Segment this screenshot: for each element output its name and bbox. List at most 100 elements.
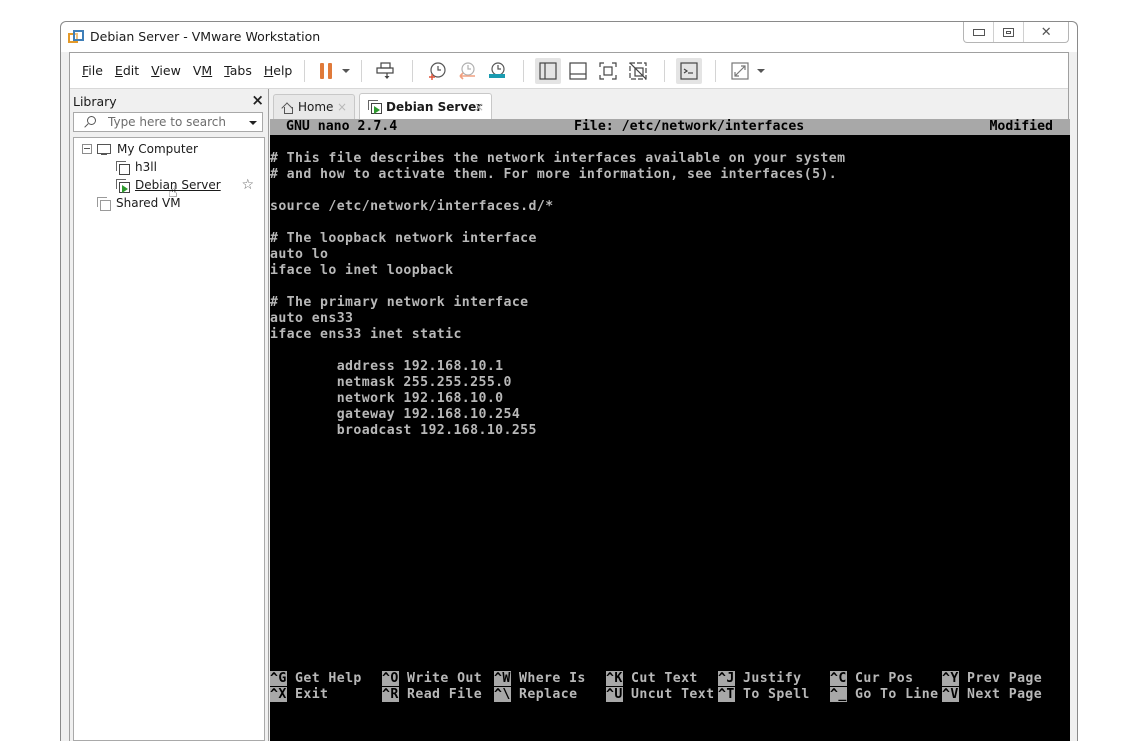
nano-shortcut: ^C Cur Pos bbox=[830, 671, 913, 687]
shortcut-key: ^K bbox=[606, 671, 623, 686]
toolbar-separator bbox=[664, 59, 666, 82]
close-icon: ✕ bbox=[1040, 24, 1052, 40]
tree-item-label: Debian Server bbox=[135, 178, 221, 192]
editor-line: # and how to activate them. For more inf… bbox=[270, 167, 838, 182]
tree-item-h3ll[interactable]: h3ll bbox=[116, 158, 157, 176]
unity-button[interactable] bbox=[625, 58, 651, 84]
menu-vm[interactable]: VM bbox=[192, 63, 213, 78]
minimize-button[interactable] bbox=[964, 22, 993, 42]
menu-edit[interactable]: Edit bbox=[114, 63, 140, 78]
take-snapshot-button[interactable] bbox=[424, 58, 450, 84]
shortcut-label: Write Out bbox=[398, 671, 483, 686]
thumbnail-bar-icon bbox=[569, 61, 587, 80]
collapse-icon[interactable] bbox=[82, 144, 92, 154]
shortcut-label: Uncut Text bbox=[622, 687, 715, 702]
nano-shortcut: ^_ Go To Line bbox=[830, 687, 938, 703]
vmware-window: Debian Server - VMware Workstation ✕ Fil… bbox=[60, 21, 1078, 741]
nano-shortcut: ^X Exit bbox=[270, 687, 328, 703]
menu-edit-mnemonic: E bbox=[114, 63, 123, 78]
nano-shortcut: ^T To Spell bbox=[718, 687, 810, 703]
editor-line: iface ens33 inet static bbox=[270, 327, 462, 342]
full-screen-button[interactable] bbox=[595, 58, 621, 84]
editor-line: iface lo inet loopback bbox=[270, 263, 454, 278]
pause-dropdown-arrow[interactable] bbox=[342, 68, 351, 73]
nano-modified-status: Modified bbox=[989, 119, 1053, 134]
library-search-input[interactable] bbox=[108, 114, 248, 130]
shortcut-label: Replace bbox=[510, 687, 578, 702]
send-ctrl-alt-del-button[interactable] bbox=[373, 58, 399, 84]
editor-line: # This file describes the network interf… bbox=[270, 151, 846, 166]
snapshot-manager-button[interactable] bbox=[484, 58, 510, 84]
minimize-icon bbox=[972, 28, 985, 36]
shortcut-key: ^U bbox=[606, 687, 623, 702]
stretch-guest-button[interactable] bbox=[727, 58, 753, 84]
tab-close-button[interactable]: × bbox=[474, 100, 484, 114]
tree-item-debian-server[interactable]: Debian Server ☆ bbox=[116, 176, 260, 194]
nano-shortcut: ^K Cut Text bbox=[606, 671, 698, 687]
nano-shortcut: ^J Justify bbox=[718, 671, 801, 687]
search-icon bbox=[87, 116, 96, 125]
vm-console[interactable]: GNU nano 2.7.4 File: /etc/network/interf… bbox=[270, 119, 1070, 741]
revert-snapshot-icon bbox=[459, 61, 476, 80]
window-controls: ✕ bbox=[963, 22, 1069, 43]
snapshot-manager-icon bbox=[489, 61, 506, 78]
take-snapshot-icon bbox=[429, 61, 446, 80]
nano-version: GNU nano 2.7.4 bbox=[286, 119, 398, 134]
shortcut-label: Justify bbox=[734, 671, 802, 686]
shortcut-label: To Spell bbox=[734, 687, 810, 702]
restore-button[interactable] bbox=[993, 22, 1023, 42]
revert-snapshot-button[interactable] bbox=[454, 58, 480, 84]
nano-shortcut: ^Y Prev Page bbox=[942, 671, 1042, 687]
shortcut-key: ^T bbox=[718, 687, 735, 702]
console-view-button[interactable] bbox=[676, 57, 703, 84]
tree-item-my-computer[interactable]: My Computer bbox=[82, 140, 198, 158]
favorite-star-icon[interactable]: ☆ bbox=[241, 177, 254, 193]
panel-splitter[interactable] bbox=[268, 89, 269, 741]
library-title: Library bbox=[73, 94, 117, 109]
editor-line: gateway 192.168.10.254 bbox=[270, 407, 521, 422]
pause-button[interactable] bbox=[316, 58, 336, 84]
tree-item-label: My Computer bbox=[117, 142, 198, 156]
menu-help[interactable]: Help bbox=[263, 63, 294, 78]
tab-close-button[interactable]: × bbox=[337, 100, 347, 114]
close-button[interactable]: ✕ bbox=[1023, 22, 1068, 42]
unity-icon bbox=[629, 61, 647, 80]
stretch-dropdown-arrow[interactable] bbox=[757, 68, 766, 73]
hand-cursor-icon: ☝ bbox=[168, 182, 178, 201]
tab-home[interactable]: Home × bbox=[273, 94, 355, 119]
full-screen-icon bbox=[599, 61, 617, 80]
tab-debian-server[interactable]: Debian Server × bbox=[359, 93, 492, 119]
tab-bar: Home × Debian Server × bbox=[270, 90, 1068, 119]
editor-line: # The loopback network interface bbox=[270, 231, 537, 246]
editor-line: netmask 255.255.255.0 bbox=[270, 375, 512, 390]
shortcut-label: Go To Line bbox=[846, 687, 939, 702]
show-library-button[interactable] bbox=[535, 57, 562, 84]
shortcut-label: Next Page bbox=[958, 687, 1043, 702]
menu-tabs-rest: abs bbox=[229, 63, 252, 78]
menu-edit-rest: dit bbox=[122, 63, 140, 78]
thumbnail-bar-button[interactable] bbox=[565, 58, 591, 84]
nano-shortcut: ^U Uncut Text bbox=[606, 687, 714, 703]
shortcut-key: ^O bbox=[382, 671, 399, 686]
nano-shortcut: ^W Where Is bbox=[494, 671, 586, 687]
nano-shortcut: ^V Next Page bbox=[942, 687, 1042, 703]
library-search-box[interactable] bbox=[73, 112, 263, 132]
shortcut-key: ^C bbox=[830, 671, 847, 686]
title-bar[interactable]: Debian Server - VMware Workstation ✕ bbox=[61, 22, 1077, 52]
menu-view[interactable]: View bbox=[150, 63, 182, 78]
menu-file[interactable]: File bbox=[81, 63, 104, 78]
nano-shortcut: ^R Read File bbox=[382, 687, 482, 703]
library-close-button[interactable]: × bbox=[251, 91, 264, 109]
vmware-logo-icon bbox=[68, 30, 84, 46]
library-tree: My Computer h3ll Debian Server ☆ Shared … bbox=[73, 137, 265, 741]
shortcut-key: ^X bbox=[270, 687, 287, 702]
vm-running-icon bbox=[116, 178, 130, 193]
search-dropdown-arrow[interactable] bbox=[249, 121, 257, 125]
vm-icon bbox=[116, 160, 130, 175]
editor-line: network 192.168.10.0 bbox=[270, 391, 504, 406]
main-area: File Edit View VM Tabs Help Library × Ty… bbox=[69, 52, 1070, 741]
nano-shortcut: ^O Write Out bbox=[382, 671, 482, 687]
menu-tabs[interactable]: Tabs bbox=[223, 63, 253, 78]
toolbar-separator bbox=[523, 59, 525, 82]
toolbar: File Edit View VM Tabs Help bbox=[70, 53, 1068, 89]
